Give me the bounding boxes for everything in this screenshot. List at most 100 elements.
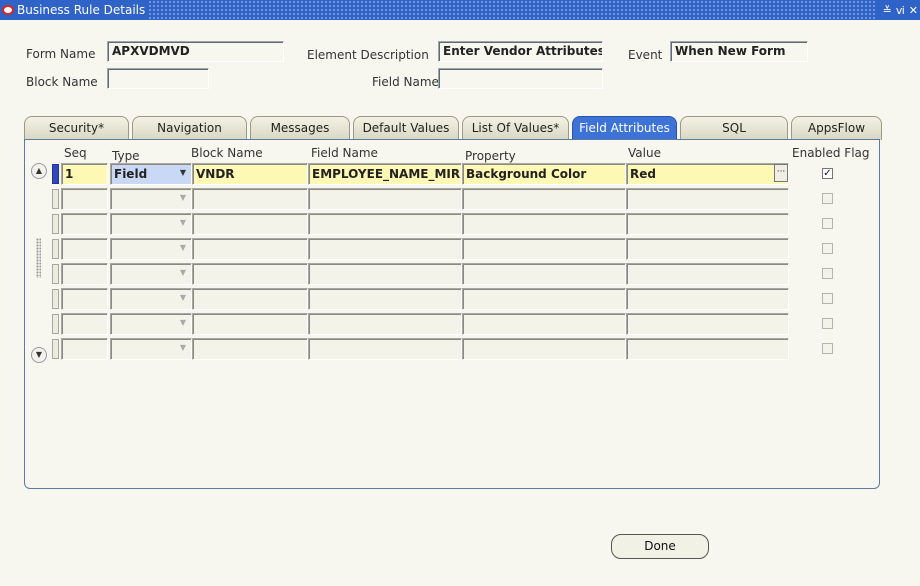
element-description-label: Element Description <box>307 48 429 62</box>
enabled-flag-checkbox[interactable] <box>822 268 833 279</box>
row-indicator[interactable] <box>52 339 59 359</box>
value-cell[interactable]: Red <box>626 163 789 185</box>
field-name-cell[interactable] <box>308 213 462 235</box>
tab-appsflow[interactable]: AppsFlow <box>791 116 882 140</box>
chevron-down-icon[interactable]: ▼ <box>178 166 188 180</box>
form-name-field[interactable]: APXVDMVD <box>107 41 284 62</box>
value-cell[interactable] <box>626 338 789 360</box>
property-cell[interactable] <box>462 338 626 360</box>
done-button[interactable]: Done <box>611 534 709 559</box>
field-name-cell[interactable] <box>308 288 462 310</box>
lov-ellipsis-button[interactable]: ··· <box>774 164 788 182</box>
enabled-flag-checkbox[interactable] <box>822 343 833 354</box>
enabled-flag-checkbox[interactable] <box>822 218 833 229</box>
row-indicator[interactable] <box>52 239 59 259</box>
event-field[interactable]: When New Form <box>670 41 808 62</box>
tab-list-of-values[interactable]: List Of Values* <box>462 116 569 140</box>
col-header-property: Property <box>465 149 516 163</box>
chevron-down-icon[interactable]: ▼ <box>178 216 188 230</box>
value-cell[interactable] <box>626 213 789 235</box>
value-cell[interactable] <box>626 188 789 210</box>
property-cell[interactable] <box>462 288 626 310</box>
field-name-cell[interactable] <box>308 263 462 285</box>
table-row[interactable]: ▼ <box>0 338 920 360</box>
value-cell[interactable] <box>626 313 789 335</box>
table-row[interactable]: ▼ <box>0 213 920 235</box>
element-description-field[interactable]: Enter Vendor Attributes <box>438 41 603 62</box>
tab-sql[interactable]: SQL <box>680 116 788 140</box>
table-row[interactable]: ▼ <box>0 263 920 285</box>
tab-field-attributes[interactable]: Field Attributes <box>572 116 677 140</box>
tab-strip: Security* Navigation Messages Default Va… <box>24 116 882 140</box>
table-row[interactable]: ▼ <box>0 288 920 310</box>
property-cell[interactable] <box>462 213 626 235</box>
table-row[interactable]: ▼ <box>0 188 920 210</box>
property-cell[interactable] <box>462 238 626 260</box>
block-name-label: Block Name <box>26 75 98 89</box>
block-name-cell[interactable] <box>192 213 308 235</box>
seq-cell[interactable]: 1 <box>61 163 108 185</box>
field-name-field[interactable] <box>438 68 603 89</box>
chevron-down-icon[interactable]: ▼ <box>178 291 188 305</box>
block-name-cell[interactable] <box>192 313 308 335</box>
seq-cell[interactable] <box>61 313 108 335</box>
window-title-area: Business Rule Details <box>0 0 150 20</box>
value-cell[interactable] <box>626 288 789 310</box>
block-name-cell[interactable] <box>192 338 308 360</box>
block-name-cell[interactable] <box>192 188 308 210</box>
field-name-cell[interactable]: EMPLOYEE_NAME_MIRROR <box>308 163 462 185</box>
seq-cell[interactable] <box>61 238 108 260</box>
row-indicator[interactable] <box>52 289 59 309</box>
value-cell[interactable] <box>626 263 789 285</box>
chevron-down-icon[interactable]: ▼ <box>178 241 188 255</box>
col-header-seq: Seq <box>64 146 87 160</box>
field-name-cell[interactable] <box>308 313 462 335</box>
block-name-cell[interactable]: VNDR <box>192 163 308 185</box>
enabled-flag-checkbox[interactable] <box>822 243 833 254</box>
row-indicator[interactable] <box>52 164 59 184</box>
minimize-icon[interactable]: ≚ <box>883 4 892 17</box>
enabled-flag-checkbox[interactable] <box>822 318 833 329</box>
property-cell[interactable] <box>462 313 626 335</box>
seq-cell[interactable] <box>61 263 108 285</box>
block-name-cell[interactable] <box>192 263 308 285</box>
maximize-icon[interactable]: ⅵ <box>896 4 905 17</box>
value-cell[interactable] <box>626 238 789 260</box>
property-cell[interactable]: Background Color <box>462 163 626 185</box>
tab-navigation[interactable]: Navigation <box>132 116 247 140</box>
enabled-flag-checkbox[interactable]: ✓ <box>822 168 833 179</box>
field-name-label: Field Name <box>372 75 439 89</box>
table-row[interactable]: ▼ <box>0 313 920 335</box>
chevron-down-icon[interactable]: ▼ <box>178 266 188 280</box>
seq-cell[interactable] <box>61 338 108 360</box>
close-icon[interactable]: ✕ <box>909 4 918 17</box>
property-cell[interactable] <box>462 188 626 210</box>
enabled-flag-checkbox[interactable] <box>822 193 833 204</box>
field-name-cell[interactable] <box>308 338 462 360</box>
field-name-cell[interactable] <box>308 188 462 210</box>
seq-cell[interactable] <box>61 288 108 310</box>
enabled-flag-checkbox[interactable] <box>822 293 833 304</box>
table-row[interactable]: 1FieldVNDREMPLOYEE_NAME_MIRRORBackground… <box>0 163 920 185</box>
block-name-field[interactable] <box>107 68 209 89</box>
property-cell[interactable] <box>462 263 626 285</box>
row-indicator[interactable] <box>52 189 59 209</box>
table-row[interactable]: ▼ <box>0 238 920 260</box>
block-name-cell[interactable] <box>192 238 308 260</box>
event-label: Event <box>628 48 663 62</box>
tab-security[interactable]: Security* <box>24 116 129 140</box>
chevron-down-icon[interactable]: ▼ <box>178 191 188 205</box>
row-indicator[interactable] <box>52 314 59 334</box>
field-name-cell[interactable] <box>308 238 462 260</box>
tab-messages[interactable]: Messages <box>250 116 350 140</box>
chevron-down-icon[interactable]: ▼ <box>178 341 188 355</box>
block-name-cell[interactable] <box>192 288 308 310</box>
row-indicator[interactable] <box>52 264 59 284</box>
seq-cell[interactable] <box>61 213 108 235</box>
col-header-enabled-flag: Enabled Flag <box>792 146 870 160</box>
form-name-label: Form Name <box>26 47 96 61</box>
tab-default-values[interactable]: Default Values <box>353 116 459 140</box>
seq-cell[interactable] <box>61 188 108 210</box>
row-indicator[interactable] <box>52 214 59 234</box>
chevron-down-icon[interactable]: ▼ <box>178 316 188 330</box>
